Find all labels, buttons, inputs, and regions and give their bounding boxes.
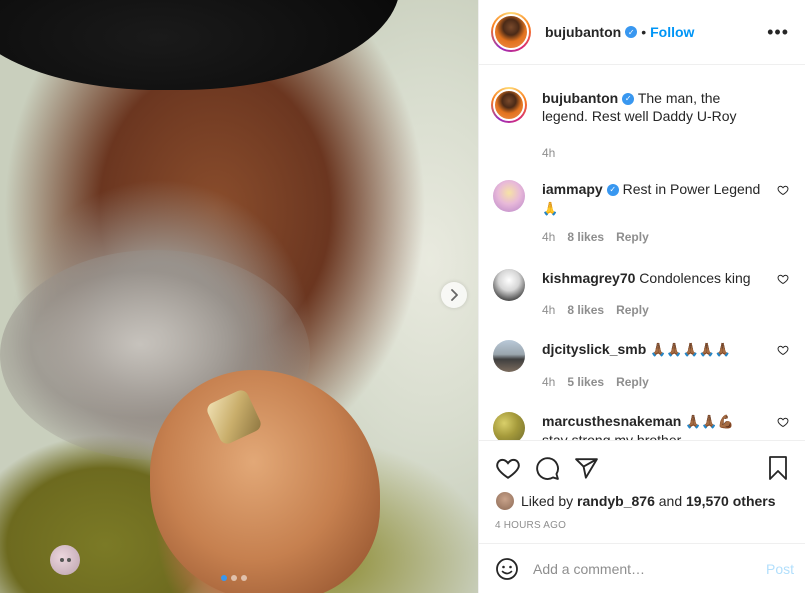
- share-paper-plane-icon[interactable]: [574, 456, 599, 481]
- carousel-dot: [231, 575, 237, 581]
- comment-item: marcusthesnakeman 🙏🏾🙏🏾💪🏾 stay strong my …: [493, 412, 789, 440]
- like-comment-heart-icon[interactable]: [777, 416, 789, 428]
- liked-by-username[interactable]: randyb_876: [577, 493, 655, 509]
- liked-by-row: Liked by randyb_876 and 19,570 others: [495, 491, 790, 511]
- commenter-username[interactable]: iammapy: [542, 181, 603, 197]
- commenter-username[interactable]: kishmagrey70: [542, 270, 635, 286]
- like-heart-icon[interactable]: [495, 455, 521, 481]
- comment-emoji: 🙏🏾🙏🏾💪🏾: [685, 414, 734, 429]
- commenter-username[interactable]: djcityslick_smb: [542, 341, 646, 357]
- comment-reply-button[interactable]: Reply: [616, 301, 649, 319]
- photo-shirt-button-region: [50, 545, 80, 575]
- photo-hand-region: [150, 370, 380, 593]
- comment-likes[interactable]: 8 likes: [567, 228, 604, 246]
- add-comment-bar: Post: [479, 543, 805, 593]
- likes-count[interactable]: 19,570 others: [686, 493, 776, 509]
- like-comment-heart-icon[interactable]: [777, 344, 789, 356]
- carousel-dot: [241, 575, 247, 581]
- post-caption: bujubanton ✓ The man, the legend. Rest we…: [491, 87, 789, 162]
- comments-list[interactable]: bujubanton ✓ The man, the legend. Rest we…: [479, 65, 805, 440]
- caption-username[interactable]: bujubanton: [542, 90, 618, 106]
- caption-author-avatar[interactable]: [491, 87, 527, 123]
- like-comment-heart-icon[interactable]: [777, 273, 789, 285]
- header-separator: •: [641, 24, 647, 40]
- caption-time[interactable]: 4h: [542, 144, 555, 162]
- verified-badge-icon: ✓: [606, 184, 619, 197]
- post-actions: Liked by randyb_876 and 19,570 others 4 …: [479, 440, 805, 543]
- post-header: bujubanton ✓ • Follow •••: [479, 0, 805, 65]
- commenter-username[interactable]: marcusthesnakeman: [542, 413, 681, 429]
- comment-item: kishmagrey70 Condolences king 4h 8 likes…: [493, 269, 789, 319]
- emoji-smiley-icon[interactable]: [495, 557, 519, 581]
- follow-button[interactable]: Follow: [650, 24, 694, 40]
- comment-item: djcityslick_smb 🙏🏾🙏🏾🙏🏾🙏🏾🙏🏾 4h 5 likes Re…: [493, 340, 789, 391]
- verified-badge-icon: ✓: [625, 26, 638, 38]
- liker-avatar[interactable]: [495, 491, 515, 511]
- post-comment-button[interactable]: Post: [762, 561, 798, 577]
- comment-text: Condolences king: [639, 270, 751, 286]
- comment-likes[interactable]: 5 likes: [567, 373, 604, 391]
- comment-item: iammapy ✓ Rest in Power Legend 🙏 4h 8 lik…: [493, 180, 789, 246]
- author-username[interactable]: bujubanton: [545, 24, 621, 40]
- commenter-avatar[interactable]: [493, 412, 525, 440]
- carousel-dot: [221, 575, 227, 581]
- commenter-avatar[interactable]: [493, 269, 525, 301]
- post-timestamp[interactable]: 4 HOURS AGO: [495, 520, 790, 531]
- comment-input[interactable]: [533, 560, 748, 577]
- action-icons-row: [495, 453, 790, 483]
- comment-likes[interactable]: 8 likes: [567, 301, 604, 319]
- like-comment-heart-icon[interactable]: [777, 184, 789, 196]
- comment-time[interactable]: 4h: [542, 373, 555, 391]
- save-bookmark-icon[interactable]: [766, 455, 790, 481]
- comment-emoji: 🙏: [542, 201, 559, 216]
- comment-reply-button[interactable]: Reply: [616, 373, 649, 391]
- carousel-next-button[interactable]: [441, 282, 467, 308]
- commenter-avatar[interactable]: [493, 180, 525, 212]
- carousel-indicator: [221, 575, 247, 581]
- more-options-icon[interactable]: •••: [767, 23, 789, 41]
- post-side-panel: bujubanton ✓ • Follow ••• bujubanton ✓ Th…: [478, 0, 805, 593]
- comment-emoji: 🙏🏾🙏🏾🙏🏾🙏🏾🙏🏾: [650, 342, 732, 357]
- comment-text: Rest in Power Legend: [622, 181, 761, 197]
- commenter-avatar[interactable]: [493, 340, 525, 372]
- comment-time[interactable]: 4h: [542, 228, 555, 246]
- comment-reply-button[interactable]: Reply: [616, 228, 649, 246]
- comment-text: stay strong my brother: [542, 432, 682, 440]
- photo-hat-region: [0, 0, 400, 90]
- liked-by-prefix: Liked by: [521, 493, 574, 509]
- liked-by-and: and: [658, 493, 683, 509]
- comment-bubble-icon[interactable]: [535, 456, 560, 481]
- verified-badge-icon: ✓: [622, 93, 635, 106]
- chevron-right-icon: [451, 289, 458, 301]
- comment-time[interactable]: 4h: [542, 301, 555, 319]
- post-photo[interactable]: [0, 0, 478, 593]
- author-avatar[interactable]: [491, 12, 531, 52]
